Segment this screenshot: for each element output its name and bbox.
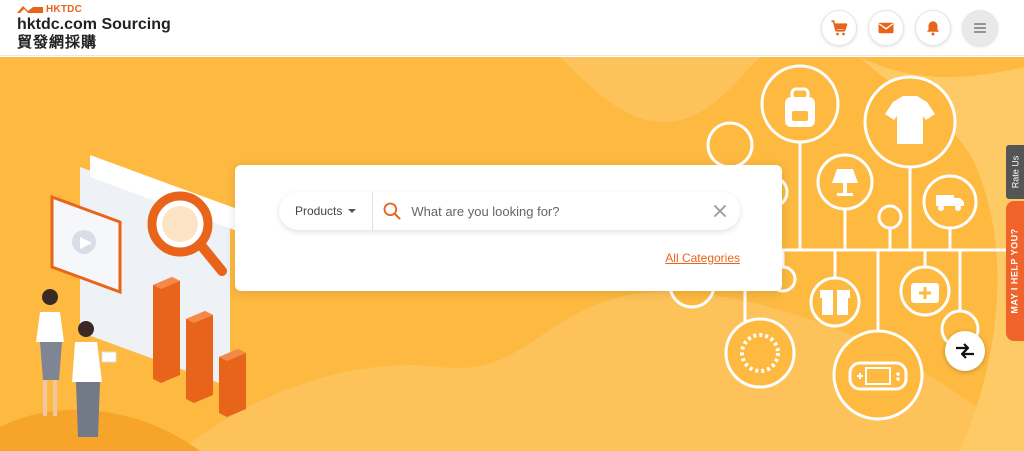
help-label: MAY I HELP YOU? [1010, 228, 1021, 314]
brand-mark-text: HKTDC [46, 3, 82, 15]
close-icon [714, 205, 726, 217]
cart-icon [831, 20, 848, 36]
menu-button[interactable] [962, 10, 998, 46]
help-tab[interactable]: MAY I HELP YOU? [1006, 201, 1024, 341]
search-submit-button[interactable] [373, 201, 411, 221]
all-categories-link[interactable]: All Categories [665, 251, 740, 265]
notifications-button[interactable] [915, 10, 951, 46]
cart-button[interactable] [821, 10, 857, 46]
search-icon [383, 202, 401, 220]
hktdc-logo-mark-icon [17, 5, 43, 13]
clear-search-button[interactable] [700, 205, 740, 217]
rate-us-label: Rate Us [1010, 155, 1021, 189]
search-type-label: Products [295, 204, 343, 218]
mail-icon [878, 22, 894, 34]
menu-icon [973, 23, 987, 33]
top-header: HKTDC hktdc.com Sourcing 貿發網採購 [0, 0, 1024, 56]
bell-icon [927, 21, 939, 36]
search-type-dropdown[interactable]: Products [279, 192, 374, 230]
hero-banner: Products All Categories Rate Us MAY I HE… [0, 57, 1024, 451]
swap-arrows-icon [956, 343, 974, 359]
caret-down-icon [348, 209, 357, 213]
search-bar: Products [279, 192, 740, 230]
search-panel: Products All Categories [235, 165, 782, 291]
compare-button[interactable] [945, 331, 985, 371]
site-title: hktdc.com Sourcing [17, 16, 171, 33]
rate-us-tab[interactable]: Rate Us [1006, 145, 1024, 199]
site-subtitle: 貿發網採購 [17, 34, 98, 51]
hktdc-brand: HKTDC [17, 3, 171, 15]
site-logo[interactable]: HKTDC hktdc.com Sourcing 貿發網採購 [17, 3, 171, 51]
search-input[interactable] [411, 203, 700, 219]
messages-button[interactable] [868, 10, 904, 46]
